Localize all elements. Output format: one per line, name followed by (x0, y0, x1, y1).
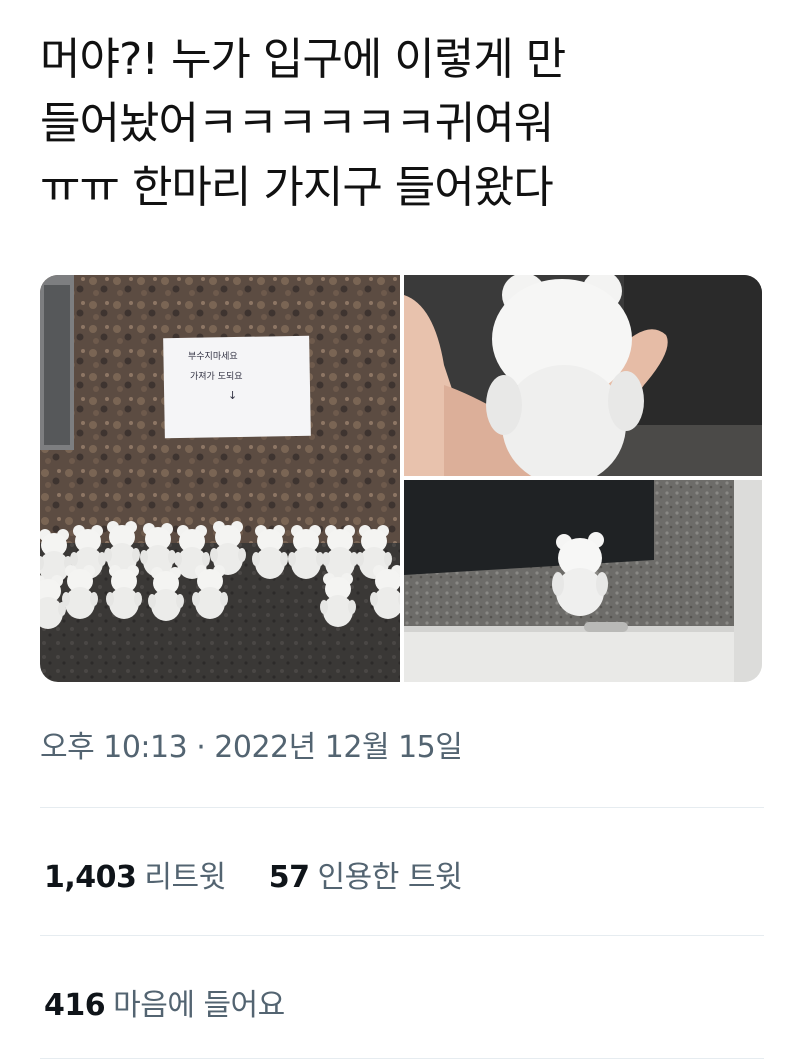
quotes-label: 인용한 트윗 (317, 860, 463, 895)
stats-row-likes: 416 마음에 들어요 (44, 980, 319, 1024)
tweet-text: 머야?! 누가 입구에 이렇게 만 들어놨어ㅋㅋㅋㅋㅋㅋ귀여워 ㅠㅠ 한마리 가… (40, 34, 566, 213)
divider (40, 807, 764, 808)
quotes-count: 57 (268, 860, 310, 895)
likes-count: 416 (44, 988, 106, 1023)
retweets-stat[interactable]: 1,403 리트윗 (44, 852, 226, 896)
photo-bear-in-hand[interactable] (404, 275, 762, 476)
divider (40, 935, 764, 936)
photo-bears-entrance[interactable]: 부수지마세요 가져가 도되요 ↓ (40, 275, 400, 682)
media-grid: 부수지마세요 가져가 도되요 ↓ (40, 275, 762, 682)
quotes-stat[interactable]: 57 인용한 트윗 (268, 852, 463, 896)
stats-row-retweets: 1,403 리트윗 57 인용한 트윗 (44, 852, 496, 896)
likes-label: 마음에 들어요 (113, 988, 285, 1023)
photo-bear-window[interactable] (404, 480, 762, 682)
note-line-1: 부수지마세요 (188, 351, 238, 362)
note-line-2: 가져가 도되요 (190, 371, 243, 382)
likes-stat[interactable]: 416 마음에 들어요 (44, 980, 285, 1024)
retweets-count: 1,403 (44, 860, 137, 895)
note-arrow: ↓ (228, 389, 237, 402)
tweet-timestamp[interactable]: 오후 10:13 · 2022년 12월 15일 (40, 722, 463, 766)
retweets-label: 리트윗 (144, 860, 226, 895)
divider (40, 1058, 764, 1059)
